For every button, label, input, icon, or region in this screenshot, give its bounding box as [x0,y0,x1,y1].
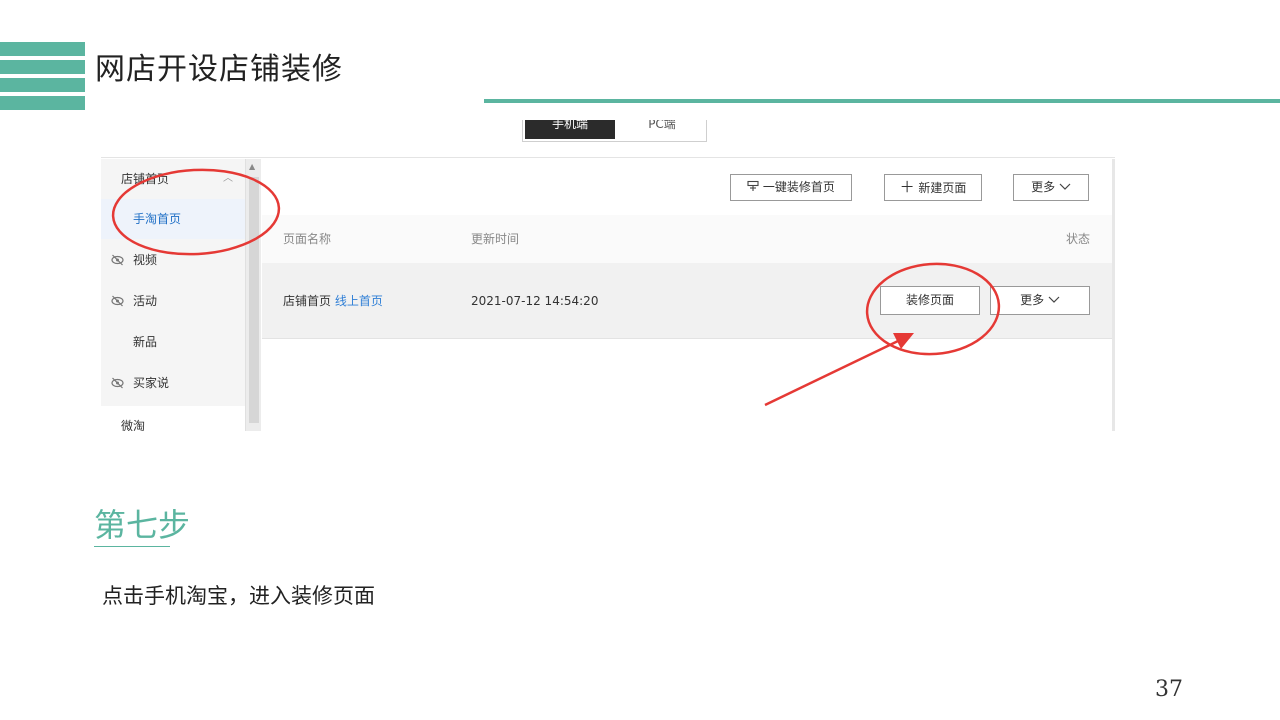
sidebar-group-label: 微淘 [121,419,146,431]
sidebar-item-label: 视频 [133,253,158,267]
sidebar: 店铺首页 ︿ 手淘首页 视频 活动 新品 买家说 微淘 [101,159,245,431]
chevron-down-icon [1048,293,1060,307]
sidebar-item-mobile-home[interactable]: 手淘首页 [101,199,245,239]
header-decor-bar [0,42,85,56]
page-number: 37 [1155,677,1183,702]
mobile-tab[interactable]: 手机端 [525,120,615,139]
title-divider [484,99,1280,103]
sidebar-item-video[interactable]: 视频 [101,240,245,280]
sidebar-item-label: 新品 [133,335,158,349]
updated-time-cell: 2021-07-12 14:54:20 [471,294,599,308]
sidebar-item-label: 活动 [133,294,158,308]
row-more-button[interactable]: 更多 [990,286,1090,315]
header-decor-bar [0,78,85,92]
plus-icon: ＋ [899,178,915,196]
top-bar: 手机端 PC端 [101,120,1115,158]
new-page-button[interactable]: ＋ 新建页面 [884,174,982,201]
decorate-page-button[interactable]: 装修页面 [880,286,980,315]
slide-title: 网店开设店铺装修 [95,52,343,87]
sidebar-item-activity[interactable]: 活动 [101,281,245,321]
more-label: 更多 [1031,180,1056,194]
header-decor-bar [0,96,85,110]
sidebar-item-label: 手淘首页 [133,212,182,226]
header-decor-bar [0,60,85,74]
column-header-page-name: 页面名称 [283,232,332,246]
chevron-down-icon [1059,180,1071,194]
new-page-label: 新建页面 [918,181,967,195]
column-header-status: 状态 [1066,232,1091,246]
column-header-updated-time: 更新时间 [471,232,520,246]
sidebar-scrollbar[interactable]: ▲ [245,159,261,431]
chevron-up-icon: ︿ [223,173,233,184]
online-home-link[interactable]: 线上首页 [335,294,383,308]
sidebar-item-new-products[interactable]: 新品 [101,322,245,362]
page-list-panel: 一键装修首页 ＋ 新建页面 更多 页面名称 更新时间 状态 店铺首页 线上首页 … [262,159,1115,431]
table-header: 页面名称 更新时间 状态 [262,215,1115,263]
sidebar-item-label: 买家说 [133,376,170,390]
panel-edge [1112,159,1115,431]
one-click-decorate-button[interactable]: 一键装修首页 [730,174,852,201]
step-description: 点击手机淘宝，进入装修页面 [102,584,375,608]
sidebar-item-buyer-reviews[interactable]: 买家说 [101,363,245,403]
scroll-up-icon[interactable]: ▲ [249,162,255,171]
row-more-label: 更多 [1020,293,1045,307]
sidebar-group-store-home[interactable]: 店铺首页 ︿ [101,159,245,199]
pc-tab[interactable]: PC端 [619,120,705,139]
sidebar-group-label: 店铺首页 [121,172,170,186]
template-icon [747,180,763,194]
store-decoration-screenshot: 手机端 PC端 店铺首页 ︿ 手淘首页 视频 活动 新品 买家说 微淘 ▲ 一键… [101,120,1115,431]
toolbar-more-button[interactable]: 更多 [1013,174,1089,201]
step-title: 第七步 [94,506,191,544]
device-toggle: 手机端 PC端 [522,120,707,142]
page-name-cell: 店铺首页 线上首页 [283,263,383,339]
page-name: 店铺首页 [283,294,332,308]
sidebar-group-weitao[interactable]: 微淘 [101,406,245,431]
step-underline [94,546,170,547]
table-row: 店铺首页 线上首页 2021-07-12 14:54:20 装修页面 更多 [262,263,1115,339]
one-click-decorate-label: 一键装修首页 [762,180,835,194]
scroll-thumb[interactable] [249,177,259,423]
